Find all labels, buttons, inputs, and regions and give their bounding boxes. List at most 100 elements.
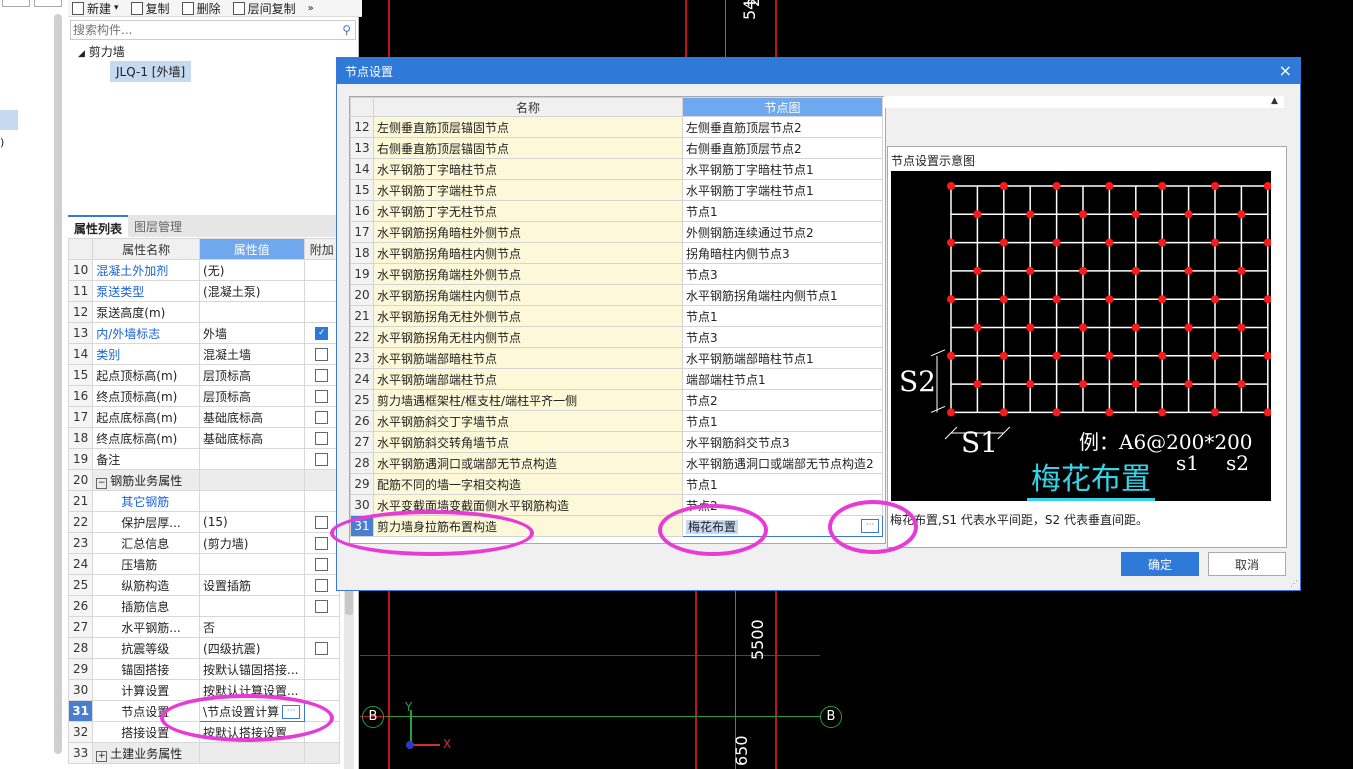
- property-row[interactable]: 29 锚固搭接 按默认锚固搭接...: [67, 658, 341, 680]
- property-value[interactable]: [199, 490, 305, 512]
- node-diagram-value[interactable]: 节点2: [682, 389, 883, 411]
- node-diagram-value[interactable]: 水平钢筋端部暗柱节点1: [682, 347, 883, 369]
- checkbox[interactable]: [315, 390, 329, 403]
- checkbox[interactable]: [315, 579, 329, 592]
- dialog-title-bar[interactable]: 节点设置 ×: [337, 58, 1300, 84]
- property-row[interactable]: 10 混凝土外加剂 (无): [67, 259, 341, 281]
- property-row[interactable]: 14 类别 混凝土墙: [67, 343, 341, 365]
- node-diagram-value[interactable]: 节点3: [682, 326, 883, 348]
- node-diagram-value[interactable]: 节点1: [682, 305, 883, 327]
- node-row[interactable]: 17 水平钢筋拐角暗柱外侧节点 外侧钢筋连续通过节点2: [350, 221, 883, 243]
- node-row[interactable]: 24 水平钢筋端部端柱节点 端部端柱节点1: [350, 368, 883, 390]
- property-value[interactable]: (无): [199, 259, 305, 281]
- tab-layer-manager[interactable]: 图层管理: [128, 215, 188, 237]
- node-row[interactable]: 19 水平钢筋拐角端柱外侧节点 节点3: [350, 263, 883, 285]
- node-row[interactable]: 13 右侧垂直筋顶层锚固节点 右侧垂直筋顶层节点2: [350, 137, 883, 159]
- property-value[interactable]: [199, 742, 305, 764]
- property-row[interactable]: 15 起点顶标高(m) 层顶标高: [67, 364, 341, 386]
- node-row[interactable]: 22 水平钢筋拐角无柱内侧节点 节点3: [350, 326, 883, 348]
- property-value[interactable]: 混凝土墙: [199, 343, 305, 365]
- scrollbar[interactable]: [54, 14, 62, 754]
- copy-button[interactable]: 复制: [130, 0, 170, 17]
- node-row[interactable]: 12 左侧垂直筋顶层锚固节点 左侧垂直筋顶层节点2: [350, 116, 883, 138]
- collapsed-button[interactable]: [2, 0, 30, 7]
- node-diagram-value[interactable]: 水平钢筋丁字暗柱节点1: [682, 158, 883, 180]
- dropdown-arrow-icon[interactable]: ▾: [114, 3, 119, 13]
- property-row[interactable]: 23 汇总信息 (剪力墙): [67, 532, 341, 554]
- checkbox[interactable]: [315, 411, 329, 424]
- checkbox[interactable]: [315, 516, 329, 529]
- checkbox[interactable]: [315, 432, 329, 445]
- close-icon[interactable]: ×: [1279, 61, 1292, 80]
- tree-node-shear-wall[interactable]: ◢ 剪力墙: [78, 43, 125, 60]
- property-row[interactable]: 27 水平钢筋... 否: [67, 616, 341, 638]
- property-value[interactable]: (混凝土泵): [199, 280, 305, 302]
- property-value[interactable]: [199, 469, 305, 491]
- ok-button[interactable]: 确定: [1121, 552, 1199, 576]
- node-diagram-value[interactable]: 水平钢筋遇洞口或端部无节点构造2: [682, 452, 883, 474]
- node-row[interactable]: 18 水平钢筋拐角暗柱内侧节点 拐角暗柱内侧节点3: [350, 242, 883, 264]
- checkbox[interactable]: [315, 558, 329, 571]
- node-row[interactable]: 14 水平钢筋丁字暗柱节点 水平钢筋丁字暗柱节点1: [350, 158, 883, 180]
- checkbox[interactable]: [315, 348, 329, 361]
- property-value[interactable]: [199, 448, 305, 470]
- checkbox[interactable]: [315, 537, 329, 550]
- property-value[interactable]: (15): [199, 511, 305, 533]
- property-row[interactable]: 16 终点顶标高(m) 层顶标高: [67, 385, 341, 407]
- search-input[interactable]: [71, 21, 330, 39]
- node-diagram-value[interactable]: 节点1: [682, 200, 883, 222]
- property-value[interactable]: 基础底标高: [199, 406, 305, 428]
- property-value[interactable]: 否: [199, 616, 305, 638]
- node-row[interactable]: 26 水平钢筋斜交丁字墙节点 节点1: [350, 410, 883, 432]
- property-value[interactable]: 基础底标高: [199, 427, 305, 449]
- checkbox[interactable]: [315, 642, 329, 655]
- property-row[interactable]: 26 插筋信息: [67, 595, 341, 617]
- node-row[interactable]: 15 水平钢筋丁字端柱节点 水平钢筋丁字端柱节点1: [350, 179, 883, 201]
- property-row[interactable]: 20− 钢筋业务属性: [67, 469, 341, 491]
- node-diagram-value[interactable]: 节点1: [682, 473, 883, 495]
- resize-grip-icon[interactable]: ⋰: [1290, 579, 1298, 588]
- property-value[interactable]: [199, 595, 305, 617]
- node-row[interactable]: 29 配筋不同的墙一字相交构造 节点1: [350, 473, 883, 495]
- node-diagram-value[interactable]: 端部端柱节点1: [682, 368, 883, 390]
- node-diagram-value[interactable]: 右侧垂直筋顶层节点2: [682, 137, 883, 159]
- tab-property-list[interactable]: 属性列表: [68, 215, 129, 237]
- cancel-button[interactable]: 取消: [1208, 552, 1286, 576]
- node-row[interactable]: 23 水平钢筋端部暗柱节点 水平钢筋端部暗柱节点1: [350, 347, 883, 369]
- node-diagram-value[interactable]: 水平钢筋丁字端柱节点1: [682, 179, 883, 201]
- node-diagram-value[interactable]: 拐角暗柱内侧节点3: [682, 242, 883, 264]
- property-value[interactable]: 层顶标高: [199, 364, 305, 386]
- property-row[interactable]: 12 泵送高度(m): [67, 301, 341, 323]
- selected-item-marker[interactable]: [0, 110, 18, 130]
- node-row[interactable]: 16 水平钢筋丁字无柱节点 节点1: [350, 200, 883, 222]
- property-row[interactable]: 33 + 土建业务属性: [67, 742, 341, 764]
- collapse-icon[interactable]: −: [96, 477, 108, 489]
- tree-node-jlq-1[interactable]: JLQ-1 [外墙]: [110, 61, 192, 82]
- checkbox[interactable]: ✓: [315, 327, 329, 340]
- property-row[interactable]: 28 抗震等级 (四级抗震): [67, 637, 341, 659]
- new-button[interactable]: 新建 ▾: [72, 0, 119, 17]
- property-row[interactable]: 22 保护层厚... (15): [67, 511, 341, 533]
- property-row[interactable]: 17 起点底标高(m) 基础底标高: [67, 406, 341, 428]
- property-row[interactable]: 18 终点底标高(m) 基础底标高: [67, 427, 341, 449]
- property-value[interactable]: (四级抗震): [199, 637, 305, 659]
- checkbox[interactable]: [315, 453, 329, 466]
- node-diagram-value[interactable]: 外侧钢筋连续通过节点2: [682, 221, 883, 243]
- property-value[interactable]: [199, 553, 305, 575]
- node-row[interactable]: 27 水平钢筋斜交转角墙节点 水平钢筋斜交节点3: [350, 431, 883, 453]
- property-value[interactable]: 按默认锚固搭接...: [199, 658, 305, 680]
- collapse-triangle-icon[interactable]: ◢: [78, 49, 85, 59]
- property-row[interactable]: 25 纵筋构造 设置插筋: [67, 574, 341, 596]
- node-row[interactable]: 28 水平钢筋遇洞口或端部无节点构造 水平钢筋遇洞口或端部无节点构造2: [350, 452, 883, 474]
- node-diagram-value[interactable]: 水平钢筋拐角端柱内侧节点1: [682, 284, 883, 306]
- property-value[interactable]: [199, 301, 305, 323]
- property-row[interactable]: 24 压墙筋: [67, 553, 341, 575]
- scroll-up-arrow-icon[interactable]: ▲: [1271, 96, 1278, 106]
- property-row[interactable]: 11 泵送类型 (混凝土泵): [67, 280, 341, 302]
- node-diagram-value[interactable]: 左侧垂直筋顶层节点2: [682, 116, 883, 138]
- property-row[interactable]: 19 备注: [67, 448, 341, 470]
- delete-button[interactable]: 删除: [181, 0, 221, 17]
- property-row[interactable]: 13 内/外墙标志 外墙 ✓: [67, 322, 341, 344]
- node-diagram-value[interactable]: 节点1: [682, 410, 883, 432]
- more-icon[interactable]: »: [308, 3, 314, 14]
